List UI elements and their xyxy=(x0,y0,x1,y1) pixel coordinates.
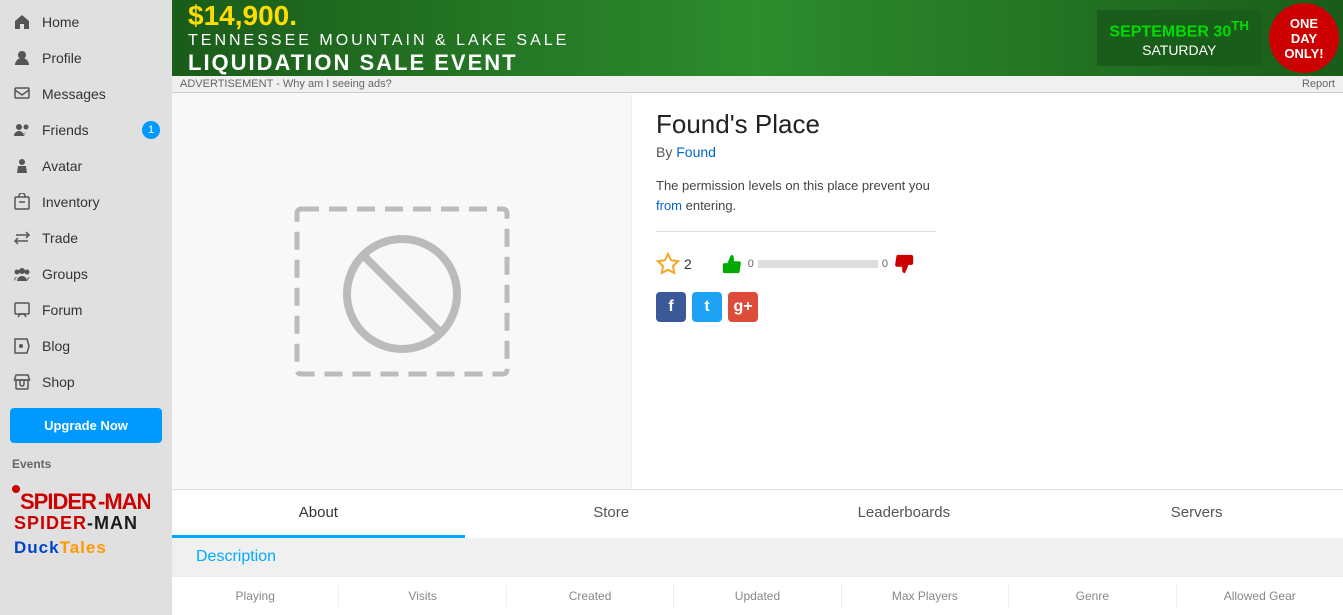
googleplus-share-button[interactable]: g+ xyxy=(728,292,758,322)
tab-about[interactable]: About xyxy=(172,490,465,538)
event-spiderman[interactable]: SPIDER -MAN SPIDER-MAN xyxy=(0,477,172,538)
sidebar-item-inventory[interactable]: Inventory xyxy=(0,184,172,220)
ad-label-bar: ADVERTISEMENT - Why am I seeing ads? Rep… xyxy=(172,76,1343,93)
svg-text:-MAN: -MAN xyxy=(98,489,150,514)
friends-badge: 1 xyxy=(142,121,160,139)
favorite-button[interactable]: 2 xyxy=(656,252,692,276)
description-section: Description xyxy=(172,538,1343,576)
ad-report-link[interactable]: Report xyxy=(1302,78,1335,90)
ad-event-name: LIQUIDATION SALE EVENT xyxy=(188,50,1081,76)
blog-icon xyxy=(12,336,32,356)
forum-icon xyxy=(12,300,32,320)
home-icon xyxy=(12,12,32,32)
sidebar-item-shop[interactable]: Shop xyxy=(0,364,172,400)
friends-icon xyxy=(12,120,32,140)
upgrade-button[interactable]: Upgrade Now xyxy=(10,408,162,443)
place-image-area xyxy=(172,93,632,489)
shop-icon xyxy=(12,372,32,392)
sidebar-item-home[interactable]: Home xyxy=(0,4,172,40)
ad-price: $14,900. xyxy=(188,0,1081,32)
place-actions: 2 0 0 xyxy=(656,248,1319,280)
no-image-placeholder xyxy=(282,191,522,391)
ad-one-day: ONE DAY ONLY! xyxy=(1269,3,1339,73)
star-icon xyxy=(656,252,680,276)
profile-icon xyxy=(12,48,32,68)
event-ducktales[interactable]: DuckTales xyxy=(0,534,172,562)
tab-store[interactable]: Store xyxy=(465,490,758,538)
trade-icon xyxy=(12,228,32,248)
thumbs-up-icon xyxy=(721,253,743,275)
tab-servers[interactable]: Servers xyxy=(1050,490,1343,538)
sidebar-item-groups[interactable]: Groups xyxy=(0,256,172,292)
stat-genre: Genre xyxy=(1009,585,1176,607)
place-info: Found's Place By Found The permission le… xyxy=(632,93,1343,489)
messages-icon xyxy=(12,84,32,104)
thumbs-up-button[interactable] xyxy=(716,248,748,280)
stat-updated: Updated xyxy=(674,585,841,607)
description-heading: Description xyxy=(196,548,276,565)
sidebar-item-trade[interactable]: Trade xyxy=(0,220,172,256)
sidebar-item-avatar[interactable]: Avatar xyxy=(0,148,172,184)
svg-text:SPIDER: SPIDER xyxy=(20,489,97,514)
stat-allowed-gear: Allowed Gear xyxy=(1177,585,1343,607)
place-author-link[interactable]: Found xyxy=(676,144,716,160)
sidebar-item-forum[interactable]: Forum xyxy=(0,292,172,328)
main-content: $14,900. TENNESSEE MOUNTAIN & LAKE SALE … xyxy=(172,0,1343,615)
ad-label-text: ADVERTISEMENT - Why am I seeing ads? xyxy=(180,78,392,90)
social-buttons: f t g+ xyxy=(656,292,1319,322)
stat-max-players: Max Players xyxy=(842,585,1009,607)
stat-visits: Visits xyxy=(339,585,506,607)
tab-leaderboards[interactable]: Leaderboards xyxy=(758,490,1051,538)
place-top: Found's Place By Found The permission le… xyxy=(172,93,1343,489)
place-title: Found's Place xyxy=(656,109,1319,140)
ad-side-text: SEPTEMBER 30TH SATURDAY xyxy=(1097,10,1261,65)
ad-subtitle: TENNESSEE MOUNTAIN & LAKE SALE xyxy=(188,32,1081,50)
stat-playing: Playing xyxy=(172,585,339,607)
sidebar-item-profile[interactable]: Profile xyxy=(0,40,172,76)
facebook-share-button[interactable]: f xyxy=(656,292,686,322)
twitter-share-button[interactable]: t xyxy=(692,292,722,322)
sidebar: Home Profile Messages Frie xyxy=(0,0,172,615)
stat-created: Created xyxy=(507,585,674,607)
stats-bar: Playing Visits Created Updated Max Playe… xyxy=(172,576,1343,615)
ad-banner: $14,900. TENNESSEE MOUNTAIN & LAKE SALE … xyxy=(172,0,1343,76)
thumbs-down-icon xyxy=(893,253,915,275)
sidebar-item-messages[interactable]: Messages xyxy=(0,76,172,112)
place-content: Found's Place By Found The permission le… xyxy=(172,93,1343,615)
thumbs-up-count: 0 xyxy=(748,258,754,270)
sidebar-item-friends[interactable]: Friends 1 xyxy=(0,112,172,148)
events-label: Events xyxy=(0,451,172,477)
ad-day: SATURDAY xyxy=(1109,42,1249,58)
sidebar-item-blog[interactable]: Blog xyxy=(0,328,172,364)
vote-section: 0 0 xyxy=(716,248,920,280)
from-link: from xyxy=(656,198,682,213)
thumbs-down-button[interactable] xyxy=(888,248,920,280)
groups-icon xyxy=(12,264,32,284)
dashed-frame-icon xyxy=(292,204,512,379)
star-count: 2 xyxy=(684,256,692,272)
place-permission-text: The permission levels on this place prev… xyxy=(656,176,936,232)
ad-date: SEPTEMBER 30TH xyxy=(1109,18,1249,41)
tabs-bar: About Store Leaderboards Servers xyxy=(172,489,1343,538)
inventory-icon xyxy=(12,192,32,212)
ad-content: $14,900. TENNESSEE MOUNTAIN & LAKE SALE … xyxy=(172,0,1097,76)
place-author-line: By Found xyxy=(656,144,1319,160)
vote-bar xyxy=(758,260,878,268)
avatar-icon xyxy=(12,156,32,176)
